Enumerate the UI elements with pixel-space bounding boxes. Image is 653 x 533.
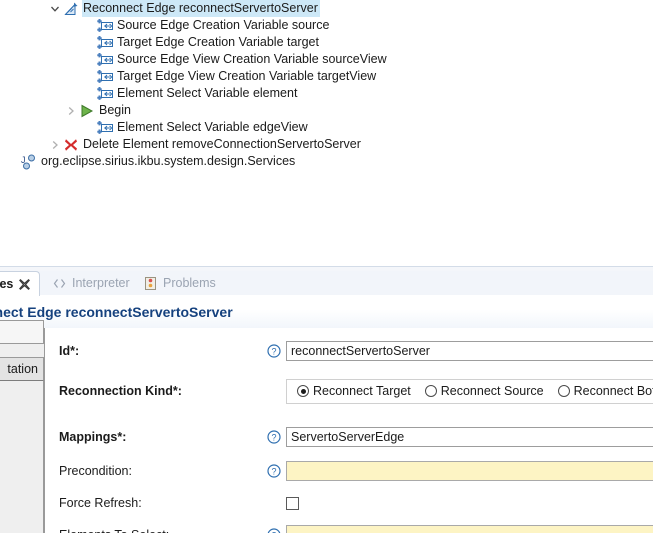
reconnect-edge-icon — [62, 1, 79, 17]
text-input[interactable]: reconnectServertoServer — [286, 341, 653, 361]
svg-text:?: ? — [271, 466, 276, 476]
tree-row-label: Target Edge View Creation Variable targe… — [117, 69, 377, 83]
chevron-down-icon[interactable] — [48, 0, 62, 17]
radio-option-label: Reconnect Both — [573, 384, 653, 398]
radio-indicator[interactable] — [557, 385, 570, 397]
property-field-label: Mappings*: — [59, 430, 127, 444]
tree-twisty-placeholder — [82, 51, 96, 68]
radio-option-label: Reconnect Source — [440, 384, 544, 398]
interpreter-icon — [52, 276, 67, 291]
view-tab[interactable]: ies — [0, 271, 41, 296]
tree-row[interactable]: Delete Element removeConnectionServertoS… — [0, 136, 653, 153]
view-tab-label: Interpreter — [72, 276, 130, 290]
tree-row-label: Source Edge Creation Variable source — [117, 18, 330, 32]
svg-text:?: ? — [271, 346, 276, 356]
property-field-row: Precondition:? — [45, 460, 653, 482]
radio-indicator[interactable] — [424, 385, 437, 397]
radio-option[interactable]: Reconnect Source — [424, 384, 544, 398]
property-field-row: Mappings*:? ServertoServerEdge — [45, 426, 653, 448]
eclipse-sirius-editor-window: Reconnect Edge reconnectServertoServer So… — [0, 0, 653, 533]
tree-row[interactable]: Reconnect Edge reconnectServertoServer — [0, 0, 653, 17]
property-field-row: Force Refresh: — [45, 492, 653, 514]
properties-side-tab-label: tation — [7, 362, 38, 376]
tree-row[interactable]: Target Edge View Creation Variable targe… — [0, 68, 653, 85]
tree-row[interactable]: Begin — [0, 102, 653, 119]
property-field-row: Id*:? reconnectServertoServer — [45, 340, 653, 362]
begin-icon — [78, 103, 95, 119]
svg-text:?: ? — [271, 432, 276, 442]
tree-row[interactable]: Element Select Variable element — [0, 85, 653, 102]
properties-side-tab[interactable] — [0, 320, 44, 344]
text-input[interactable]: ServertoServerEdge — [286, 427, 653, 447]
tree-row-label: Target Edge Creation Variable target — [117, 35, 319, 49]
radio-option[interactable]: Reconnect Target — [297, 384, 411, 398]
expression-input[interactable] — [286, 525, 653, 533]
checkbox-input[interactable] — [286, 496, 299, 510]
radio-group: Reconnect Target Reconnect Source Reconnec… — [286, 378, 653, 404]
tree-row-label: Source Edge View Creation Variable sourc… — [117, 52, 387, 66]
tree-row[interactable]: Element Select Variable edgeView — [0, 119, 653, 136]
help-icon[interactable]: ? — [267, 528, 281, 533]
view-tab-bar[interactable]: ies Interpreter Problems — [0, 271, 653, 296]
tree-twisty-placeholder — [82, 68, 96, 85]
close-icon[interactable] — [18, 278, 31, 291]
radio-option[interactable]: Reconnect Both — [557, 384, 653, 398]
view-tab-label: Problems — [163, 276, 216, 290]
variable-icon — [96, 69, 113, 85]
property-field-label: Id*: — [59, 344, 80, 358]
tree-row[interactable]: Jorg.eclipse.sirius.ikbu.system.design.S… — [0, 153, 653, 170]
help-icon[interactable]: ? — [267, 344, 281, 358]
tree-row-label: Delete Element removeConnectionServertoS… — [83, 137, 361, 151]
tree-row-label: org.eclipse.sirius.ikbu.system.design.Se… — [41, 154, 296, 168]
view-tab-label: ies — [0, 277, 14, 291]
variable-icon — [96, 120, 113, 136]
view-tab[interactable]: Problems — [135, 271, 224, 295]
property-field-label: Precondition: — [59, 464, 132, 478]
property-field-label: Elements To Select: — [59, 528, 169, 533]
properties-title: nnect Edge reconnectServertoServer — [0, 303, 233, 320]
odesign-tree-pane[interactable]: Reconnect Edge reconnectServertoServer So… — [0, 0, 653, 266]
tree-twisty-placeholder — [82, 85, 96, 102]
property-field-label: Force Refresh: — [59, 496, 142, 510]
property-field-label: Reconnection Kind*: — [59, 384, 182, 398]
tree-twisty-placeholder — [82, 119, 96, 136]
variable-icon — [96, 52, 113, 68]
help-icon[interactable]: ? — [267, 464, 281, 478]
properties-side-tab-strip[interactable]: tation — [0, 320, 45, 533]
radio-option-label: Reconnect Target — [313, 384, 411, 398]
tree-row[interactable]: Source Edge Creation Variable source — [0, 17, 653, 34]
radio-indicator[interactable] — [297, 385, 309, 397]
tree-row-label: Reconnect Edge reconnectServertoServer — [82, 0, 320, 17]
variable-icon — [96, 86, 113, 102]
tree-row-label: Element Select Variable edgeView — [117, 120, 308, 134]
help-icon[interactable]: ? — [267, 430, 281, 444]
tree-twisty-placeholder — [6, 153, 20, 170]
delete-element-icon — [62, 137, 79, 153]
tree-row-label: Begin — [99, 103, 131, 117]
expression-input[interactable] — [286, 461, 653, 481]
view-tab[interactable]: Interpreter — [44, 271, 138, 295]
variable-icon — [96, 35, 113, 51]
problems-icon — [143, 276, 158, 291]
tree-twisty-placeholder — [82, 34, 96, 51]
properties-side-tab[interactable]: tation — [0, 357, 44, 381]
side-tab-strip-fill — [0, 381, 44, 533]
tree-row[interactable]: Target Edge Creation Variable target — [0, 34, 653, 51]
properties-body: tation Id*:? reconnectServertoServer Recon… — [0, 320, 653, 533]
properties-form: Id*:? reconnectServertoServer Reconnection… — [45, 328, 653, 533]
chevron-right-icon[interactable] — [64, 102, 78, 119]
tree-row-label: Element Select Variable element — [117, 86, 298, 100]
variable-icon — [96, 18, 113, 34]
tree-row[interactable]: Source Edge View Creation Variable sourc… — [0, 51, 653, 68]
property-field-row: Reconnection Kind*: Reconnect Target Recon… — [45, 378, 653, 404]
java-service-icon: J — [20, 154, 37, 170]
chevron-right-icon[interactable] — [48, 136, 62, 153]
tree-twisty-placeholder — [82, 17, 96, 34]
property-field-row: Elements To Select:? — [45, 524, 653, 533]
properties-header: nnect Edge reconnectServertoServer — [0, 295, 653, 329]
